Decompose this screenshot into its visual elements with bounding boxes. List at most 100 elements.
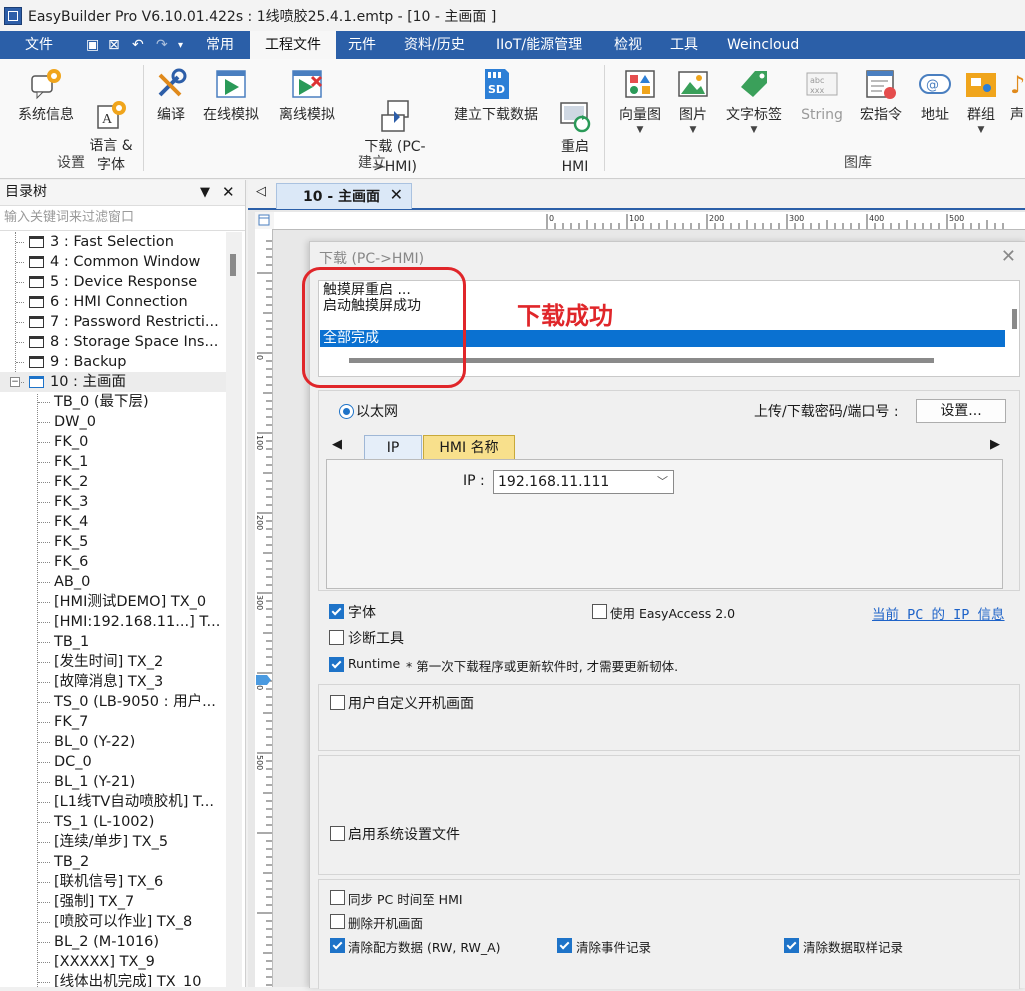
scrollbar-thumb[interactable] [230,254,236,276]
menu-project-file[interactable]: 工程文件 [250,31,336,59]
tree-item-object[interactable]: [连续/单步] TX_5 [0,832,226,852]
tree-item-object[interactable]: TS_0 (LB-9050 : 用户... [0,692,226,712]
system-info-button[interactable]: 系统信息 [12,59,80,125]
tree-item-object[interactable]: [HMI:192.168.11...] T... [0,612,226,632]
tab-main-screen[interactable]: 10 - 主画面 ✕ [276,183,412,209]
tree-item-window[interactable]: 8 : Storage Space Ins... [0,332,226,352]
tree-item-object[interactable]: BL_1 (Y-21) [0,772,226,792]
tree-item-object[interactable]: BL_0 (Y-22) [0,732,226,752]
tree-item-object[interactable]: [XXXXX] TX_9 [0,952,226,972]
tree-item-object[interactable]: [故障消息] TX_3 [0,672,226,692]
sync-time-checkbox[interactable] [330,890,345,905]
settings-button[interactable]: 设置... [916,399,1006,423]
tree-item-object[interactable]: BL_2 (M-1016) [0,932,226,952]
close-icon[interactable]: ✕ [222,180,235,205]
offline-simulation-button[interactable]: 离线模拟 [275,59,339,125]
system-settings-file-checkbox[interactable] [330,826,345,841]
quick-access-dropdown-icon[interactable]: ▾ [178,40,183,51]
tree-item-object[interactable]: [线体出机完成] TX_10 [0,972,226,987]
custom-boot-checkbox[interactable] [330,695,345,710]
tree-item-object[interactable]: FK_0 [0,432,226,452]
text-tag-button[interactable]: 文字标签 ▼ [722,59,786,135]
tree-item-object[interactable]: AB_0 [0,572,226,592]
pc-ip-info-link[interactable]: 当前 PC 的 IP 信息 [872,603,1005,623]
tree-item-object[interactable]: TB_2 [0,852,226,872]
tree-item-object[interactable]: [HMI测试DEMO] TX_0 [0,592,226,612]
tree-item-object[interactable]: [强制] TX_7 [0,892,226,912]
menu-common[interactable]: 常用 [206,31,234,59]
tree-item-object[interactable]: [发生时间] TX_2 [0,652,226,672]
tree-item-object[interactable]: [喷胶可以作业] TX_8 [0,912,226,932]
tree-item-object[interactable]: FK_6 [0,552,226,572]
macro-button[interactable]: 宏指令 [856,59,906,125]
menu-view[interactable]: 检视 [614,31,642,59]
clear-sampling-checkbox[interactable] [784,938,799,953]
address-button[interactable]: @ 地址 [914,59,956,125]
tab-ip[interactable]: IP [364,435,422,460]
menu-weincloud[interactable]: Weincloud [727,31,799,59]
collapse-icon[interactable]: − [10,377,20,387]
tree-item-window[interactable]: 4 : Common Window [0,252,226,272]
clear-events-checkbox[interactable] [557,938,572,953]
close-tab-icon[interactable]: ✕ [390,185,403,204]
tree-item-object[interactable]: FK_2 [0,472,226,492]
menu-objects[interactable]: 元件 [348,31,376,59]
tree-item-object[interactable]: [联机信号] TX_6 [0,872,226,892]
save-icon[interactable]: ▣ [86,37,99,53]
undo-icon[interactable]: ↶ [132,37,144,53]
tree-item-window[interactable]: 3 : Fast Selection [0,232,226,252]
menu-tools[interactable]: 工具 [670,31,698,59]
ip-address-combo[interactable]: 192.168.11.111 ﹀ [493,470,674,494]
compile-button[interactable]: 编译 [150,59,192,125]
log-vertical-scrollbar[interactable] [1012,309,1017,329]
clear-recipe-checkbox[interactable] [330,938,345,953]
tree-item-window[interactable]: 5 : Device Response [0,272,226,292]
tree-item-object[interactable]: [L1线TV自动喷胶机] T... [0,792,226,812]
tree-item-object[interactable]: FK_1 [0,452,226,472]
download-pc-hmi-button[interactable]: 下载 (PC- >HMI) [356,59,434,193]
tree-item-window[interactable]: 6 : HMI Connection [0,292,226,312]
tree-item-window[interactable]: 9 : Backup [0,352,226,372]
group-button[interactable]: 群组 ▼ [960,59,1002,135]
tab-hmi-name[interactable]: HMI 名称 [423,435,515,460]
diagnostic-tool-checkbox[interactable] [329,630,344,645]
tab-scroll-left-icon[interactable]: ◁ [256,184,266,199]
tree-item-object[interactable]: TB_0 (最下层) [0,392,226,412]
tab-scroll-right-icon[interactable]: ▶ [990,437,1000,452]
sound-button[interactable]: ♪ 声 [1010,59,1025,125]
tree-item-object[interactable]: DW_0 [0,412,226,432]
delete-boot-checkbox[interactable] [330,914,345,929]
runtime-checkbox[interactable] [329,657,344,672]
tab-scroll-left-icon[interactable]: ◀ [332,437,342,452]
tree-item-window[interactable]: 7 : Password Restricti... [0,312,226,332]
tree-item-object[interactable]: FK_5 [0,532,226,552]
menu-data-history[interactable]: 资料/历史 [404,31,465,59]
tree-connector [38,762,50,763]
build-download-data-button[interactable]: SD 建立下载数据 [446,59,546,125]
tree-item-object[interactable]: FK_7 [0,712,226,732]
tree-filter-input[interactable]: 输入关键词来过滤窗口 [0,206,245,231]
tree-item-object[interactable]: TS_1 (L-1002) [0,812,226,832]
redo-icon[interactable]: ↷ [156,37,168,53]
save-all-icon[interactable]: ⊠ [108,37,120,53]
font-checkbox[interactable] [329,604,344,619]
tree-item-object[interactable]: FK_4 [0,512,226,532]
easyaccess-checkbox[interactable] [592,604,607,619]
tree-item-object[interactable]: TB_1 [0,632,226,652]
panel-menu-icon[interactable]: ▼ [200,180,210,205]
language-font-button[interactable]: A 语言 & 字体 [82,59,140,191]
tree-item-object[interactable]: FK_3 [0,492,226,512]
tree-connector [38,522,50,523]
menu-file[interactable]: 文件 [25,31,53,59]
online-simulation-button[interactable]: 在线模拟 [199,59,263,125]
ethernet-radio[interactable] [339,404,354,419]
vector-image-button[interactable]: 向量图 ▼ [613,59,667,135]
tree-scrollbar[interactable] [226,232,242,987]
restart-hmi-button[interactable]: 重启 HMI [552,59,598,193]
close-icon[interactable]: ✕ [1001,246,1016,267]
picture-button[interactable]: 图片 ▼ [672,59,714,135]
tree-item-object[interactable]: DC_0 [0,752,226,772]
tree-item-window[interactable]: − 10 : 主画面 [0,372,226,392]
menu-iiot[interactable]: IIoT/能源管理 [496,31,582,59]
string-button[interactable]: abc xxx String [796,59,848,125]
